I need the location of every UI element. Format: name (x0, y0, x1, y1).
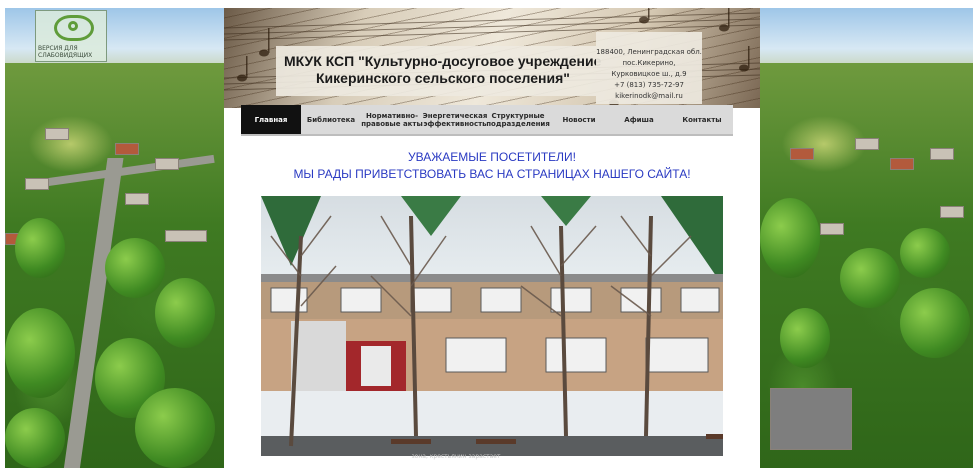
contact-info: 188400, Ленинградская обл. пос.Кикерино,… (596, 32, 702, 104)
main-content: МКУК КСП "Культурно-досуговое учреждение… (224, 8, 760, 468)
phone-number: +7 (813) 735-72-97 (614, 81, 684, 89)
nav-item-events[interactable]: Афиша (611, 105, 667, 134)
nav-item-energy-efficiency[interactable]: Энергетическая эффективность (423, 105, 488, 134)
main-nav: Главная Библиотека Нормативно-правовые а… (241, 105, 733, 136)
site-title-line1: МКУК КСП "Культурно-досуговое учреждение (284, 53, 602, 69)
left-background-photo (5, 8, 224, 468)
site-title-line2: Кикеринского сельского поселения" (316, 70, 570, 86)
address-line1: 188400, Ленинградская обл. (596, 48, 702, 56)
low-vision-label: ВЕРСИЯ ДЛЯ СЛАБОВИДЯЩИХ (38, 45, 93, 59)
eye-icon (54, 15, 94, 41)
site-title: МКУК КСП "Культурно-досуговое учреждение… (276, 46, 601, 96)
nav-item-news[interactable]: Новости (551, 105, 607, 134)
address-line3: Курковицкое ш., д.9 (611, 70, 687, 78)
building-illustration (261, 196, 723, 456)
site-header: МКУК КСП "Культурно-досуговое учреждение… (224, 8, 760, 108)
nav-item-regulations[interactable]: Нормативно-правовые акты (359, 105, 425, 134)
email-address[interactable]: kikerinodk@mail.ru (596, 92, 702, 100)
greeting-heading: УВАЖАЕМЫЕ ПОСЕТИТЕЛИ! (407, 150, 577, 164)
right-background-photo (760, 8, 973, 468)
nav-item-library[interactable]: Библиотека (303, 105, 359, 134)
greeting-subheading: МЫ РАДЫ ПРИВЕТСТВОВАТЬ ВАС НА СТРАНИЦАХ … (293, 167, 691, 181)
photo-caption: зона, крестьянин зарастает (411, 453, 501, 460)
nav-item-contacts[interactable]: Контакты (671, 105, 733, 134)
address-line2: пос.Кикерино, (622, 59, 676, 67)
nav-item-departments[interactable]: Структурные подразделения (486, 105, 550, 134)
nav-item-home[interactable]: Главная (241, 105, 301, 134)
low-vision-version-link[interactable]: ВЕРСИЯ ДЛЯ СЛАБОВИДЯЩИХ (35, 10, 107, 62)
building-photo (261, 196, 723, 456)
